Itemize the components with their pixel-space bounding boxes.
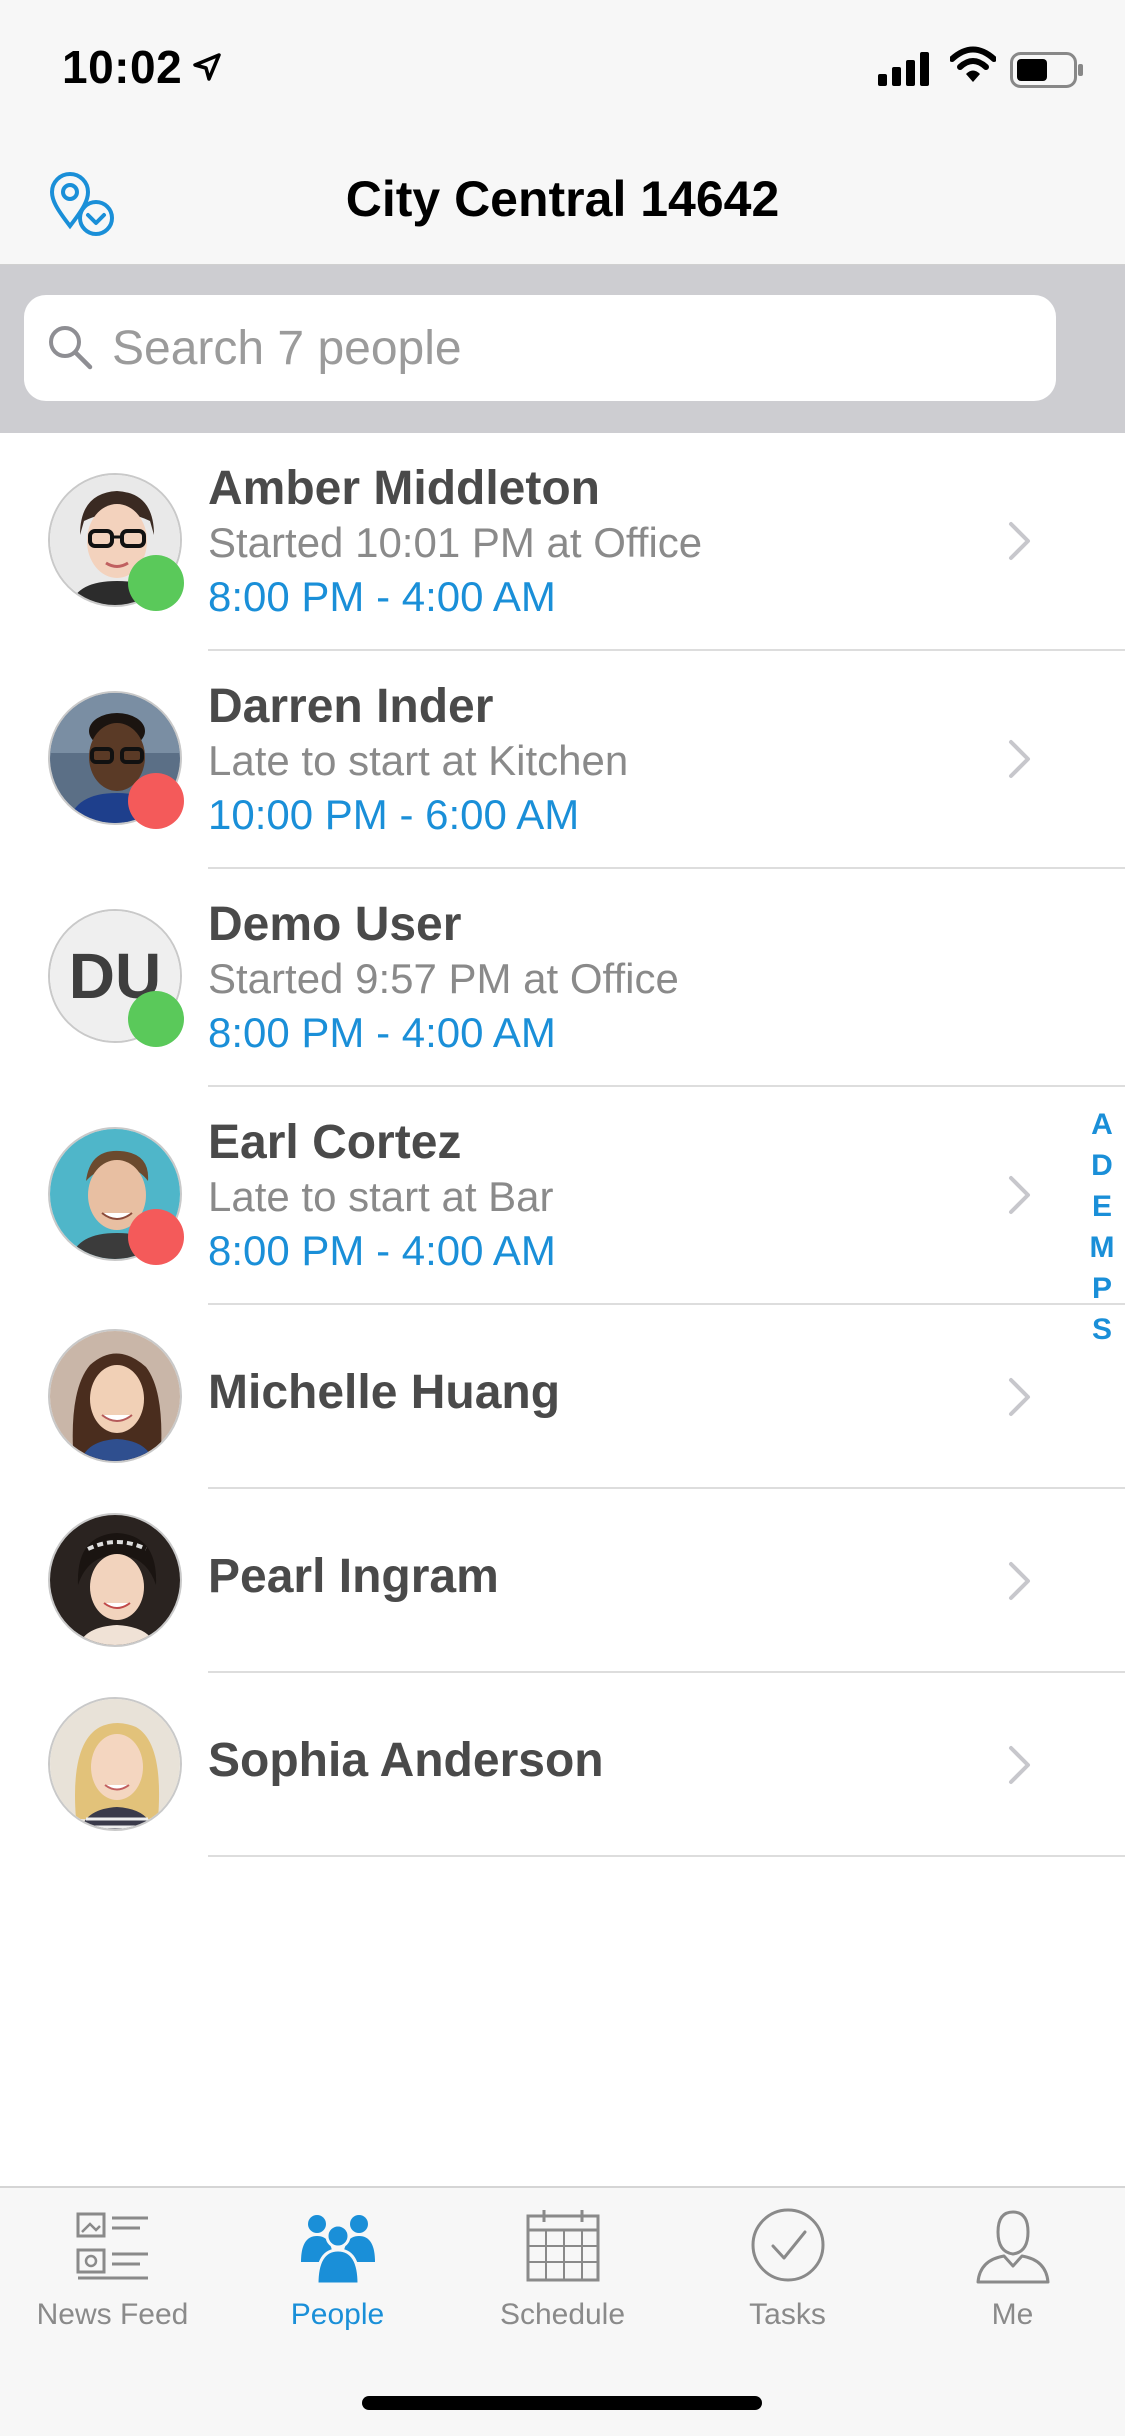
location-arrow-icon xyxy=(193,53,221,81)
person-row-earl-cortez[interactable]: Earl Cortez Late to start at Bar 8:00 PM… xyxy=(0,1087,1125,1305)
search-icon xyxy=(49,326,93,370)
status-time: 10:02 xyxy=(62,41,183,93)
person-shift: 10:00 PM - 6:00 AM xyxy=(208,791,580,838)
tab-me[interactable]: Me xyxy=(900,2188,1125,2348)
index-letter[interactable]: S xyxy=(1088,1309,1116,1350)
chevron-right-icon xyxy=(1009,1746,1030,1784)
index-letter[interactable]: M xyxy=(1088,1227,1116,1268)
person-shift: 8:00 PM - 4:00 AM xyxy=(208,1009,556,1056)
tab-schedule[interactable]: Schedule xyxy=(450,2188,675,2348)
person-shift: 8:00 PM - 4:00 AM xyxy=(208,573,556,620)
chevron-right-icon xyxy=(1009,1562,1030,1600)
presence-indicator xyxy=(128,773,184,829)
person-row-darren-inder[interactable]: Darren Inder Late to start at Kitchen 10… xyxy=(0,651,1125,869)
person-name: Darren Inder xyxy=(208,680,494,733)
presence-indicator xyxy=(128,991,184,1047)
tab-label: Schedule xyxy=(499,2298,626,2331)
wifi-icon xyxy=(950,46,996,82)
search-bar xyxy=(0,265,1125,433)
tab-label: Me xyxy=(991,2298,1034,2331)
avatar xyxy=(48,1513,182,1647)
search-box[interactable] xyxy=(24,295,1056,401)
index-letter[interactable]: A xyxy=(1088,1104,1116,1145)
presence-indicator xyxy=(128,555,184,611)
tab-news-feed[interactable]: News Feed xyxy=(0,2188,225,2348)
tab-label: People xyxy=(290,2298,385,2331)
people-icon xyxy=(301,2215,375,2284)
index-letter[interactable]: D xyxy=(1088,1145,1116,1186)
status-bar: 10:02 xyxy=(0,0,1125,140)
avatar xyxy=(48,1697,182,1831)
person-row-amber-middleton[interactable]: Amber Middleton Started 10:01 PM at Offi… xyxy=(0,433,1125,651)
index-letter[interactable]: E xyxy=(1088,1186,1116,1227)
person-status: Started 9:57 PM at Office xyxy=(208,955,679,1002)
tab-people[interactable]: People xyxy=(225,2188,450,2348)
person-icon xyxy=(976,2210,1050,2284)
person-row-pearl-ingram[interactable]: Pearl Ingram xyxy=(0,1489,1125,1673)
person-name: Amber Middleton xyxy=(208,462,600,515)
person-shift: 8:00 PM - 4:00 AM xyxy=(208,1227,556,1274)
person-name: Earl Cortez xyxy=(208,1116,462,1169)
alphabet-index[interactable]: A D E M P S xyxy=(1088,1104,1116,1350)
chevron-right-icon xyxy=(1009,522,1030,560)
chevron-right-icon xyxy=(1009,740,1030,778)
person-name: Demo User xyxy=(208,898,462,951)
news-feed-icon xyxy=(76,2212,148,2280)
search-input[interactable] xyxy=(112,295,1032,401)
row-divider xyxy=(208,1855,1125,1857)
tab-label: Tasks xyxy=(749,2298,826,2331)
person-status: Late to start at Kitchen xyxy=(208,737,629,784)
person-name: Sophia Anderson xyxy=(208,1734,604,1787)
avatar xyxy=(48,1329,182,1463)
battery-icon xyxy=(1010,52,1083,88)
tab-tasks[interactable]: Tasks xyxy=(675,2188,900,2348)
check-circle-icon xyxy=(751,2208,825,2282)
chevron-right-icon xyxy=(1009,1176,1030,1214)
index-letter[interactable]: P xyxy=(1088,1268,1116,1309)
cellular-signal-icon xyxy=(878,52,929,86)
person-status: Late to start at Bar xyxy=(208,1173,554,1220)
chevron-right-icon xyxy=(1009,1378,1030,1416)
page-title: City Central 14642 xyxy=(345,171,780,227)
person-name: Michelle Huang xyxy=(208,1366,561,1419)
person-row-michelle-huang[interactable]: Michelle Huang xyxy=(0,1305,1125,1489)
person-row-demo-user[interactable]: DU Demo User Started 9:57 PM at Office 8… xyxy=(0,869,1125,1087)
tab-label: News Feed xyxy=(36,2298,189,2331)
navigation-bar: City Central 14642 xyxy=(0,140,1125,265)
presence-indicator xyxy=(128,1209,184,1265)
person-row-sophia-anderson[interactable]: Sophia Anderson xyxy=(0,1673,1125,1857)
person-status: Started 10:01 PM at Office xyxy=(208,519,703,566)
person-name: Pearl Ingram xyxy=(208,1550,499,1603)
people-list: Amber Middleton Started 10:01 PM at Offi… xyxy=(0,433,1125,1857)
calendar-icon xyxy=(526,2210,600,2282)
home-indicator[interactable] xyxy=(362,2396,762,2410)
